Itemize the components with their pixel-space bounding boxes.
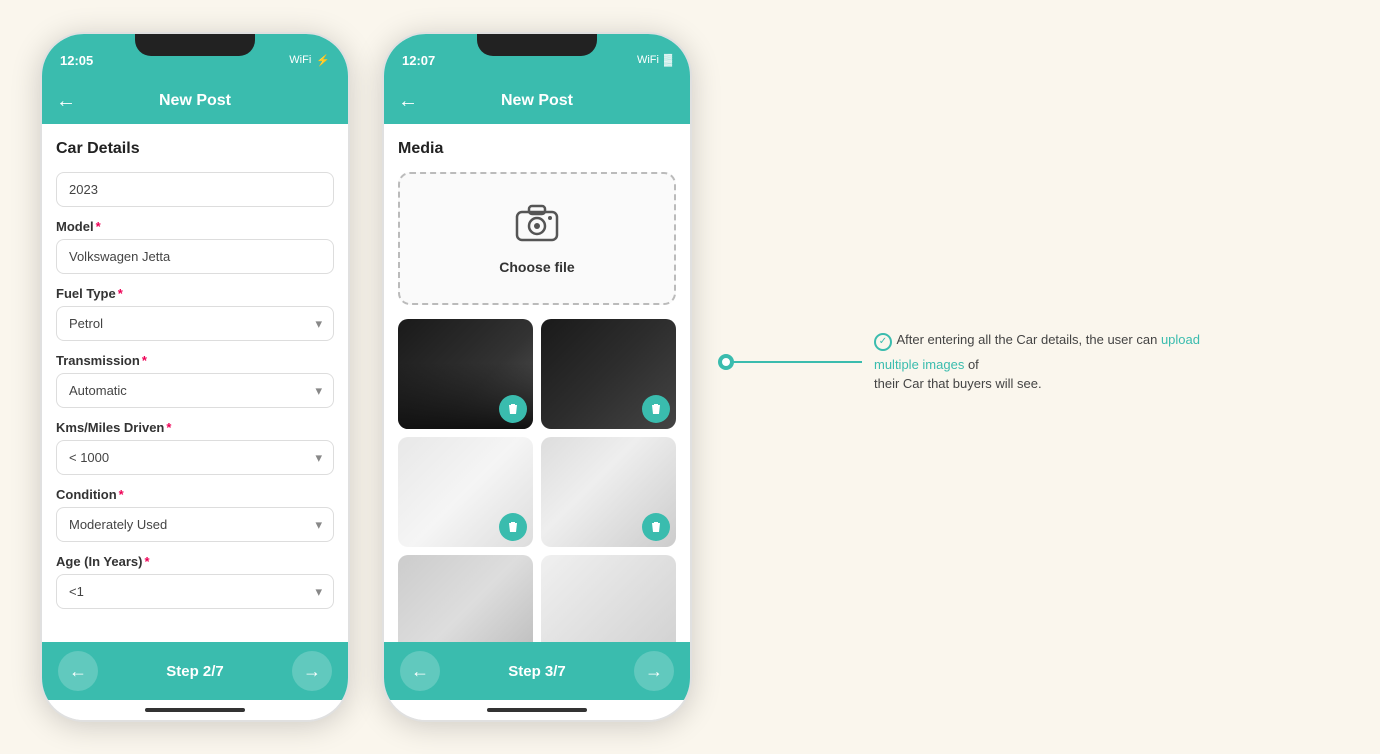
transmission-select-wrapper: Automatic Manual ▾ [56, 373, 334, 408]
transmission-label: Transmission* [56, 353, 334, 368]
home-bar-1 [145, 708, 245, 712]
annotation-text: After entering all the Car details, the … [874, 332, 1200, 391]
image-thumb-6 [541, 555, 676, 642]
wifi-icon-2: WiFi [637, 54, 659, 66]
condition-select-wrapper: Moderately Used New Lightly Used Heavily… [56, 507, 334, 542]
status-icons-2: WiFi ▓ [637, 54, 672, 66]
next-button-1[interactable]: → [292, 651, 332, 691]
condition-label: Condition* [56, 487, 334, 502]
bottom-nav-1: ← Step 2/7 → [42, 642, 348, 700]
delete-btn-2[interactable] [642, 395, 670, 423]
section-title-2: Media [398, 140, 676, 158]
home-indicator-1 [42, 700, 348, 720]
annotation: ✓ After entering all the Car details, th… [720, 330, 1242, 394]
image-thumb-1 [398, 319, 533, 429]
prev-button-1[interactable]: ← [58, 651, 98, 691]
kms-field: Kms/Miles Driven* < 1000 1000-5000 5000-… [56, 420, 334, 475]
age-field: Age (In Years)* <1 1-3 3-5 5+ ▾ [56, 554, 334, 609]
page-title-1: New Post [159, 92, 231, 110]
battery-icon-2: ▓ [664, 54, 672, 66]
back-button-1[interactable]: ← [56, 90, 76, 113]
battery-icon: ⚡ [316, 54, 330, 67]
prev-button-2[interactable]: ← [400, 651, 440, 691]
fuel-label: Fuel Type* [56, 286, 334, 301]
image-thumb-5 [398, 555, 533, 642]
kms-select-wrapper: < 1000 1000-5000 5000-20000 20000+ ▾ [56, 440, 334, 475]
image-thumb-4 [541, 437, 676, 547]
notch-1 [135, 34, 255, 56]
annotation-text-box: ✓ After entering all the Car details, th… [862, 330, 1242, 394]
upload-area[interactable]: Choose file [398, 172, 676, 305]
wifi-icon: WiFi [289, 54, 311, 66]
annotation-check-row: ✓ [874, 333, 892, 351]
app-header-1: ← New Post [42, 78, 348, 124]
year-input[interactable] [56, 172, 334, 207]
age-select-wrapper: <1 1-3 3-5 5+ ▾ [56, 574, 334, 609]
year-field [56, 172, 334, 207]
phone-2: 12:07 WiFi ▓ ← New Post Media [382, 32, 692, 722]
status-icons-1: WiFi ⚡ [289, 54, 330, 67]
status-bar-1: 12:05 WiFi ⚡ [42, 34, 348, 78]
age-select[interactable]: <1 1-3 3-5 5+ [56, 574, 334, 609]
model-required: * [96, 219, 101, 234]
check-circle-icon: ✓ [874, 333, 892, 351]
choose-file-label: Choose file [499, 259, 574, 275]
home-indicator-2 [384, 700, 690, 720]
model-field: Model* [56, 219, 334, 274]
annotation-dot [720, 356, 732, 368]
phone-1-content: Car Details Model* Fuel Type* Petro [42, 124, 348, 642]
camera-icon [515, 202, 559, 251]
fuel-select[interactable]: Petrol Diesel Electric Hybrid [56, 306, 334, 341]
kms-select[interactable]: < 1000 1000-5000 5000-20000 20000+ [56, 440, 334, 475]
time-2: 12:07 [402, 53, 435, 68]
annotation-line [732, 361, 862, 363]
fuel-select-wrapper: Petrol Diesel Electric Hybrid ▾ [56, 306, 334, 341]
step-label-2: Step 3/7 [508, 663, 566, 680]
page-title-2: New Post [501, 92, 573, 110]
phone-1: 12:05 WiFi ⚡ ← New Post Car Details Mode… [40, 32, 350, 722]
condition-select[interactable]: Moderately Used New Lightly Used Heavily… [56, 507, 334, 542]
annotation-highlight: upload multiple images [874, 332, 1200, 372]
time-1: 12:05 [60, 53, 93, 68]
age-label: Age (In Years)* [56, 554, 334, 569]
delete-btn-1[interactable] [499, 395, 527, 423]
transmission-select[interactable]: Automatic Manual [56, 373, 334, 408]
condition-field: Condition* Moderately Used New Lightly U… [56, 487, 334, 542]
status-bar-2: 12:07 WiFi ▓ [384, 34, 690, 78]
model-label: Model* [56, 219, 334, 234]
model-input[interactable] [56, 239, 334, 274]
section-title-1: Car Details [56, 140, 334, 158]
fuel-type-field: Fuel Type* Petrol Diesel Electric Hybrid… [56, 286, 334, 341]
image-thumb-3 [398, 437, 533, 547]
app-header-2: ← New Post [384, 78, 690, 124]
phone-2-content: Media Choose file [384, 124, 690, 642]
home-bar-2 [487, 708, 587, 712]
image-thumb-2 [541, 319, 676, 429]
notch-2 [477, 34, 597, 56]
kms-label: Kms/Miles Driven* [56, 420, 334, 435]
back-button-2[interactable]: ← [398, 90, 418, 113]
delete-btn-4[interactable] [642, 513, 670, 541]
step-label-1: Step 2/7 [166, 663, 224, 680]
delete-btn-3[interactable] [499, 513, 527, 541]
transmission-field: Transmission* Automatic Manual ▾ [56, 353, 334, 408]
bottom-nav-2: ← Step 3/7 → [384, 642, 690, 700]
images-grid [398, 319, 676, 642]
next-button-2[interactable]: → [634, 651, 674, 691]
